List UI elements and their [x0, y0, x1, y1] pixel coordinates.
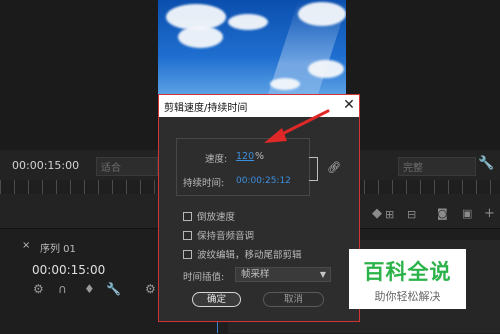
- lift-icon[interactable]: ⊞: [385, 208, 394, 221]
- speed-unit: %: [255, 151, 265, 162]
- watermark-main-text: 百科全说: [363, 260, 452, 284]
- checkbox-box[interactable]: [183, 230, 192, 240]
- watermark-logo: 百科全说 助你轻松解决: [349, 249, 466, 309]
- settings-wrench-icon[interactable]: 🔧: [478, 156, 494, 171]
- chain-link-icon[interactable]: 🔗︎: [327, 161, 341, 174]
- checkbox-box[interactable]: [183, 211, 192, 221]
- speed-value-field[interactable]: 120: [236, 151, 254, 162]
- checkbox-box[interactable]: [183, 249, 192, 259]
- snap-icon[interactable]: ⚙: [33, 282, 44, 296]
- time-interpolation-label: 时间插值:: [183, 272, 225, 283]
- preview-cloud: [228, 14, 268, 30]
- link-bracket: [309, 157, 318, 181]
- camera-icon[interactable]: ◙: [437, 207, 448, 220]
- checkbox-label: 倒放速度: [197, 212, 236, 223]
- timeline-wrench-icon[interactable]: 🔧: [106, 282, 121, 296]
- button-editor-icon[interactable]: ▣: [462, 207, 472, 220]
- linked-selection-icon[interactable]: ∩: [58, 282, 67, 296]
- preview-cloud: [270, 78, 300, 90]
- clip-speed-duration-dialog: 剪辑速度/持续时间 ✕ 速度: 120 % 持续时间: 00:00:25:12 …: [158, 94, 360, 322]
- dialog-title: 剪辑速度/持续时间: [164, 103, 248, 114]
- add-panel-icon[interactable]: +: [484, 206, 495, 221]
- timeline-settings-icon[interactable]: ⚙: [145, 282, 156, 296]
- add-marker-icon[interactable]: ♦: [84, 282, 95, 296]
- ok-button[interactable]: 确定: [192, 292, 241, 307]
- reverse-speed-checkbox[interactable]: 倒放速度: [183, 210, 236, 223]
- duration-label: 持续时间:: [183, 178, 225, 189]
- chevron-down-icon: ▼: [319, 270, 326, 279]
- preview-cloud: [178, 26, 223, 48]
- checkbox-label: 波纹编辑，移动尾部剪辑: [197, 250, 302, 261]
- quality-dropdown[interactable]: 完整: [398, 157, 476, 176]
- cancel-button[interactable]: 取消: [263, 292, 324, 307]
- fit-dropdown[interactable]: 适合: [96, 157, 158, 176]
- dialog-titlebar[interactable]: 剪辑速度/持续时间 ✕: [159, 95, 359, 117]
- watermark-sub-text: 助你轻松解决: [374, 290, 441, 303]
- timeline-timecode[interactable]: 00:00:15:00: [32, 263, 105, 277]
- sequence-tab[interactable]: 序列 01: [40, 240, 76, 255]
- close-icon[interactable]: ✕: [341, 97, 357, 113]
- ripple-edit-checkbox[interactable]: 波纹编辑，移动尾部剪辑: [183, 248, 302, 261]
- select-value: 帧采样: [241, 269, 270, 280]
- preview-cloud: [298, 2, 346, 26]
- duration-value-field[interactable]: 00:00:25:12: [236, 176, 291, 186]
- marker-icon[interactable]: ◆: [372, 206, 382, 221]
- time-interpolation-select[interactable]: 帧采样 ▼: [235, 267, 331, 282]
- program-timecode[interactable]: 00:00:15:00: [12, 159, 79, 172]
- checkbox-label: 保持音频音调: [197, 231, 255, 242]
- extract-icon[interactable]: ⊟: [407, 208, 416, 221]
- speed-label: 速度:: [205, 154, 228, 165]
- preview-cloud: [308, 60, 344, 78]
- maintain-audio-pitch-checkbox[interactable]: 保持音频音调: [183, 229, 255, 242]
- timeline-close-tab[interactable]: ×: [22, 240, 30, 251]
